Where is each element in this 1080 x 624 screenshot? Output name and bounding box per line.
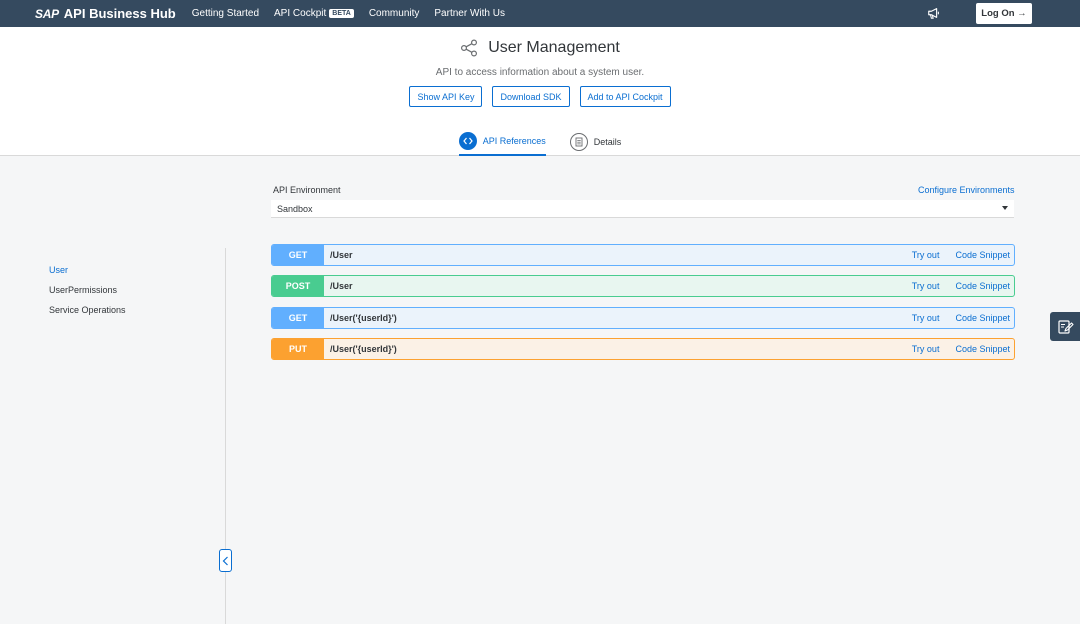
operation-path: /User <box>330 281 353 291</box>
code-icon <box>458 131 477 150</box>
sidebar-item-user[interactable]: User <box>49 265 126 275</box>
caret-down-icon <box>1002 206 1008 210</box>
feedback-edit-icon <box>1057 320 1074 334</box>
nav-partner[interactable]: Partner With Us <box>434 8 505 19</box>
feedback-button[interactable] <box>1050 312 1080 341</box>
title-row: User Management <box>0 39 1080 57</box>
api-environment-value: Sandbox <box>277 203 313 214</box>
try-out-link[interactable]: Try out <box>912 313 940 323</box>
api-header: User Management API to access informatio… <box>0 27 1080 156</box>
collapse-sidebar-button[interactable] <box>219 549 232 572</box>
code-snippet-link[interactable]: Code Snippet <box>955 313 1010 323</box>
page-title: User Management <box>488 39 620 56</box>
beta-badge: BETA <box>329 9 354 18</box>
method-badge: PUT <box>272 339 324 359</box>
tab-details-label: Details <box>593 136 622 147</box>
try-out-link[interactable]: Try out <box>912 250 940 260</box>
code-snippet-link[interactable]: Code Snippet <box>955 281 1010 291</box>
operation-path: /User <box>330 250 353 260</box>
operation-path: /User('{userId}') <box>330 344 397 354</box>
api-environment-label: API Environment <box>273 185 341 195</box>
sidebar: User UserPermissions Service Operations <box>49 265 126 325</box>
nav-getting-started[interactable]: Getting Started <box>192 8 259 19</box>
code-snippet-link[interactable]: Code Snippet <box>955 344 1010 354</box>
nav-api-cockpit-label: API Cockpit <box>274 8 327 19</box>
download-sdk-button[interactable]: Download SDK <box>492 86 570 107</box>
shell-bar: SAP API Business Hub Getting Started API… <box>0 0 1080 27</box>
nav-community[interactable]: Community <box>369 8 420 19</box>
method-badge: GET <box>272 245 324 265</box>
sidebar-item-userpermissions[interactable]: UserPermissions <box>49 285 126 295</box>
tab-bar: API References Details <box>0 127 1080 156</box>
operation-path: /User('{userId}') <box>330 313 397 323</box>
share-icon <box>461 39 478 57</box>
brand-logo[interactable]: SAP API Business Hub <box>35 6 176 21</box>
show-api-key-button[interactable]: Show API Key <box>409 86 483 107</box>
operation-put-user-by-id[interactable]: PUT /User('{userId}') Try out Code Snipp… <box>271 338 1015 360</box>
method-badge: GET <box>272 308 324 328</box>
tab-api-references-label: API References <box>482 135 546 146</box>
code-snippet-link[interactable]: Code Snippet <box>955 250 1010 260</box>
tab-api-references[interactable]: API References <box>458 127 546 156</box>
try-out-link[interactable]: Try out <box>912 344 940 354</box>
nav-api-cockpit[interactable]: API Cockpit BETA <box>274 8 354 19</box>
sidebar-item-service-operations[interactable]: Service Operations <box>49 305 126 315</box>
brand-name: API Business Hub <box>63 6 176 21</box>
operation-get-user-by-id[interactable]: GET /User('{userId}') Try out Code Snipp… <box>271 307 1015 329</box>
configure-environments-link[interactable]: Configure Environments <box>918 185 1015 195</box>
method-badge: POST <box>272 276 324 296</box>
tab-details[interactable]: Details <box>569 127 622 156</box>
operation-get-user[interactable]: GET /User Try out Code Snippet <box>271 244 1015 266</box>
sap-logo: SAP <box>35 6 59 21</box>
page-subtitle: API to access information about a system… <box>435 67 645 78</box>
api-environment-select[interactable]: Sandbox <box>271 200 1014 218</box>
chevron-left-icon <box>222 556 228 565</box>
try-out-link[interactable]: Try out <box>912 281 940 291</box>
operation-post-user[interactable]: POST /User Try out Code Snippet <box>271 275 1015 297</box>
top-nav: Getting Started API Cockpit BETA Communi… <box>192 8 520 19</box>
add-to-api-cockpit-button[interactable]: Add to API Cockpit <box>579 86 671 107</box>
megaphone-icon[interactable] <box>927 6 941 20</box>
log-on-button[interactable]: Log On → <box>976 3 1032 24</box>
header-actions: Show API Key Download SDK Add to API Coc… <box>0 86 1080 107</box>
document-icon <box>569 132 588 151</box>
